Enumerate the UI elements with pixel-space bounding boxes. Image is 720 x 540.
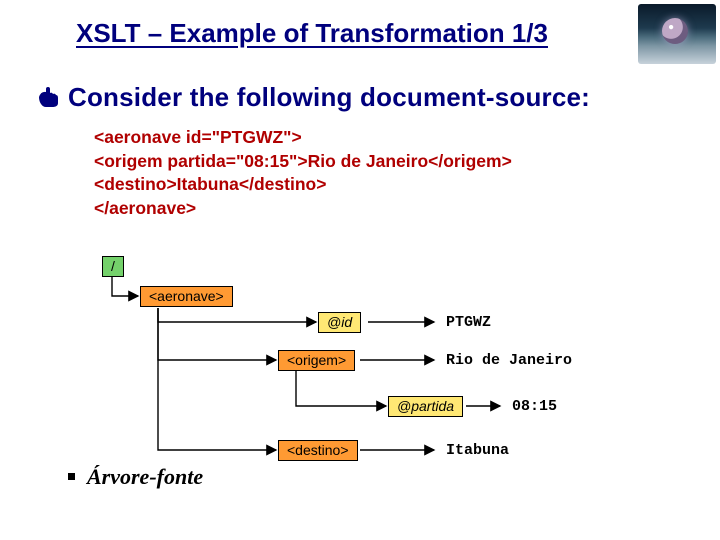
value-partida: 08:15 [504,397,565,417]
value-destino: Itabuna [438,441,517,461]
code-line: <aeronave id="PTGWZ"> [94,126,512,150]
node-attr-id: @id [318,312,361,333]
hand-icon [38,83,62,114]
subhead-text: Consider the following document-source: [68,82,590,112]
slide-subhead: Consider the following document-source: [38,82,590,115]
xml-source-code: <aeronave id="PTGWZ"> <origem partida="0… [94,126,512,221]
slide-title: XSLT – Example of Transformation 1/3 [76,18,548,49]
decorative-image [638,4,716,64]
node-root: / [102,256,124,277]
tree-diagram: / <aeronave> @id PTGWZ <origem> Rio de J… [98,256,658,486]
value-origem: Rio de Janeiro [438,351,580,371]
code-line: </aeronave> [94,197,512,221]
code-line: <destino>Itabuna</destino> [94,173,512,197]
tree-caption: Árvore-fonte [68,464,203,490]
code-line: <origem partida="08:15">Rio de Janeiro</… [94,150,512,174]
node-attr-partida: @partida [388,396,463,417]
value-id: PTGWZ [438,313,499,333]
node-aeronave: <aeronave> [140,286,233,307]
node-origem: <origem> [278,350,355,371]
node-destino: <destino> [278,440,358,461]
